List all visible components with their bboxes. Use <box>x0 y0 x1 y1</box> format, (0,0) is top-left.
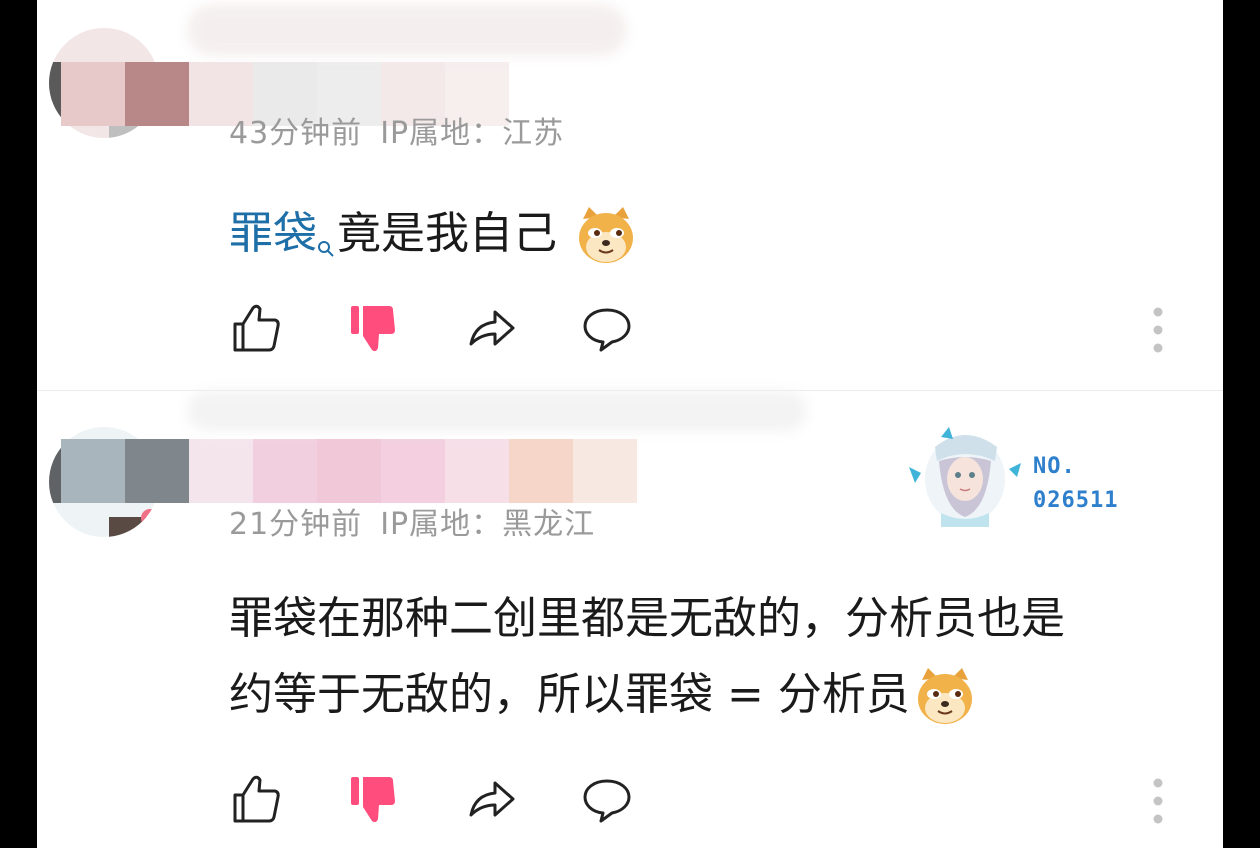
more-vertical-icon[interactable] <box>1151 777 1165 825</box>
username-redacted[interactable] <box>61 439 637 503</box>
comment-meta: 21分钟前 IP属地：黑龙江 <box>229 499 595 543</box>
comment-text: 罪袋 竟是我自己 <box>229 196 637 282</box>
share-icon[interactable] <box>463 300 519 356</box>
fan-badge-image[interactable] <box>905 417 1025 527</box>
comment-meta: 43分钟前 IP属地：江苏 <box>229 108 564 152</box>
comment-item: 43分钟前 IP属地：江苏 罪袋 竟是我自己 <box>37 0 1223 390</box>
share-icon[interactable] <box>463 771 519 827</box>
comment-body-line: 约等于无敌的，所以罪袋 = 分析员 <box>229 657 1065 733</box>
comment-body: 竟是我自己 <box>337 208 557 259</box>
comment-body-line: 罪袋在那种二创里都是无敌的，分析员也是 <box>229 593 1065 644</box>
thumbs-down-icon[interactable] <box>345 300 401 356</box>
fan-badge-label: NO. <box>1033 454 1076 479</box>
comment-icon[interactable] <box>579 771 635 827</box>
more-vertical-icon[interactable] <box>1151 306 1165 354</box>
comment-actions <box>229 771 649 831</box>
comment-time: 43分钟前 <box>229 116 363 151</box>
comment-time: 21分钟前 <box>229 507 363 542</box>
doge-emoji <box>914 666 976 728</box>
comment-item: 21分钟前 IP属地：黑龙江 NO. 026511 罪袋在那种二创里都是无敌的，分… <box>37 391 1223 848</box>
keyword-link[interactable]: 罪袋 <box>229 208 317 259</box>
fan-badge-number: 026511 <box>1033 488 1119 513</box>
ip-location: IP属地：黑龙江 <box>380 507 596 542</box>
search-icon[interactable] <box>317 206 335 282</box>
doge-emoji <box>575 205 637 267</box>
comment-text: 罪袋在那种二创里都是无敌的，分析员也是 约等于无敌的，所以罪袋 = 分析员 <box>229 581 1065 733</box>
thumbs-up-icon[interactable] <box>229 771 285 827</box>
thumbs-up-icon[interactable] <box>229 300 285 356</box>
comment-list: 43分钟前 IP属地：江苏 罪袋 竟是我自己 21分钟前 IP属地：黑龙江 NO… <box>37 0 1223 848</box>
comment-actions <box>229 300 649 360</box>
comment-icon[interactable] <box>579 300 635 356</box>
thumbs-down-icon[interactable] <box>345 771 401 827</box>
ip-location: IP属地：江苏 <box>380 116 565 151</box>
